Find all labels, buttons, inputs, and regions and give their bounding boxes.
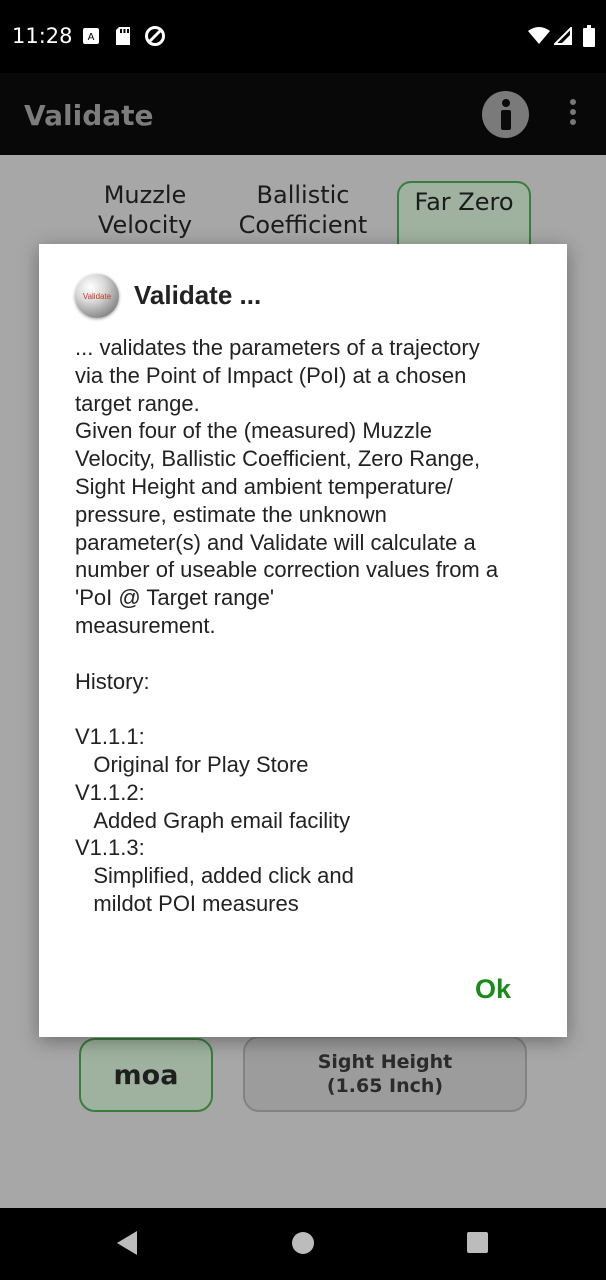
wifi-icon (528, 24, 550, 48)
status-time: 11:28 (12, 24, 73, 48)
dialog-message: ... validates the parameters of a trajec… (75, 335, 499, 916)
navigation-bar (0, 1208, 606, 1280)
validate-app-icon: Validate (75, 274, 119, 318)
sd-card-icon (112, 24, 134, 48)
unit-moa-button[interactable]: moa (79, 1038, 213, 1112)
home-icon[interactable] (292, 1232, 314, 1254)
svg-text:A: A (88, 32, 95, 43)
battery-icon (578, 24, 600, 48)
app-bar: Validate (0, 73, 606, 155)
tab-muzzle-velocity[interactable]: Muzzle Velocity (82, 180, 208, 250)
info-icon[interactable] (482, 91, 529, 138)
signal-icon (552, 24, 574, 48)
app-title: Validate (24, 99, 154, 132)
text-notification-icon: A (80, 24, 102, 48)
status-bar: 11:28 A (0, 0, 606, 73)
sight-height-button[interactable]: Sight Height (1.65 Inch) (243, 1036, 527, 1112)
sync-icon (144, 24, 166, 48)
more-vert-icon[interactable] (560, 99, 586, 129)
back-icon[interactable] (116, 1230, 138, 1260)
about-dialog: Validate Validate ... ... validates the … (39, 244, 567, 1037)
tab-ballistic-coefficient[interactable]: Ballistic Coefficient (228, 180, 378, 250)
ok-button[interactable]: Ok (475, 974, 511, 1005)
recents-icon[interactable] (467, 1232, 488, 1253)
dialog-title: Validate ... (134, 280, 262, 310)
